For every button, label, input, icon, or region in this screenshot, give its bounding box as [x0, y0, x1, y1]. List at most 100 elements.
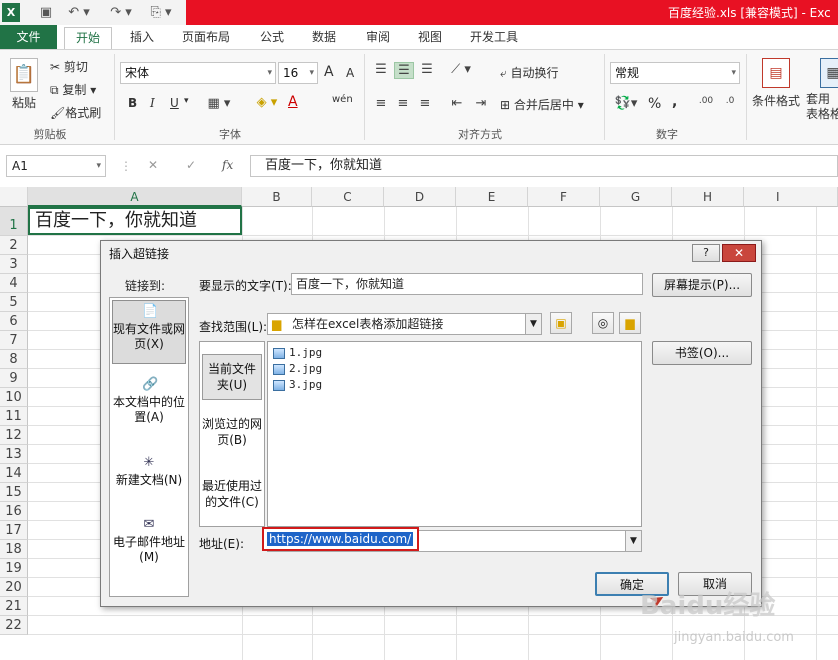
help-button[interactable]: ? — [692, 244, 720, 262]
column-header-h[interactable]: H — [672, 187, 744, 207]
column-header-a[interactable]: A — [28, 187, 242, 207]
row-header[interactable]: 9 — [0, 369, 28, 388]
conditional-format-button[interactable]: 条件格式 — [752, 92, 800, 109]
row-header[interactable]: 15 — [0, 483, 28, 502]
undo-icon[interactable]: ↶ ▾ — [64, 3, 94, 22]
tab-insert[interactable]: 插入 — [124, 27, 160, 49]
row-header[interactable]: 3 — [0, 255, 28, 274]
cut-button[interactable]: ✂ 剪切 — [50, 58, 88, 75]
row-header[interactable]: 12 — [0, 426, 28, 445]
enter-icon[interactable]: ✓ — [186, 158, 196, 172]
row-header[interactable]: 18 — [0, 540, 28, 559]
row-header[interactable]: 1 — [0, 207, 28, 236]
tab-data[interactable]: 数据 — [306, 27, 342, 49]
merge-center-button[interactable]: ⊞ 合并后居中 ▾ — [500, 96, 584, 113]
align-center-icon[interactable]: ≡ — [394, 96, 412, 111]
paste-icon[interactable]: 📋 — [10, 58, 38, 92]
increase-decimal-icon[interactable]: .00 — [696, 96, 716, 106]
tab-view[interactable]: 视图 — [412, 27, 448, 49]
shrink-font-button[interactable]: A — [346, 66, 354, 80]
orientation-icon[interactable]: ⟋ ▾ — [448, 62, 474, 77]
underline-button[interactable]: U — [170, 96, 179, 110]
wrap-text-button[interactable]: ⤶ 自动换行 — [500, 64, 559, 81]
name-box[interactable]: A1 ▾ — [6, 155, 106, 177]
chevron-down-icon[interactable]: ▼ — [625, 531, 641, 551]
column-header-d[interactable]: D — [384, 187, 456, 207]
row-header[interactable]: 21 — [0, 597, 28, 616]
screen-tip-button[interactable]: 屏幕提示(P)... — [652, 273, 752, 297]
cancel-icon[interactable]: ✕ — [148, 158, 158, 172]
row-header[interactable]: 8 — [0, 350, 28, 369]
bold-button[interactable]: B — [128, 96, 137, 110]
row-header[interactable]: 6 — [0, 312, 28, 331]
tab-home[interactable]: 开始 — [64, 27, 112, 49]
row-header[interactable]: 4 — [0, 274, 28, 293]
row-header[interactable]: 11 — [0, 407, 28, 426]
table-format-icon[interactable]: ▦ — [820, 58, 838, 88]
row-header[interactable]: 2 — [0, 236, 28, 255]
file-item[interactable]: 2.jpg — [273, 362, 322, 376]
fill-color-icon[interactable]: ◈ ▾ — [252, 95, 282, 110]
align-top-icon[interactable]: ☰ — [372, 62, 390, 77]
comma-button[interactable]: , — [672, 94, 677, 110]
tab-developer[interactable]: 开发工具 — [464, 27, 524, 49]
insert-function-icon[interactable]: fx — [222, 158, 233, 172]
drag-handle-icon[interactable]: ⋮ — [120, 159, 132, 173]
tab-page-layout[interactable]: 页面布局 — [176, 27, 236, 49]
recent-files-tab[interactable]: 最近使用过的文件(C) — [202, 478, 262, 518]
percent-button[interactable]: % — [648, 96, 661, 112]
format-painter-button[interactable]: 🖌格式刷 — [50, 104, 101, 121]
print-preview-icon[interactable]: ⎘ ▾ — [146, 3, 176, 22]
row-header[interactable]: 16 — [0, 502, 28, 521]
column-header-e[interactable]: E — [456, 187, 528, 207]
font-size-select[interactable]: 16 ▾ — [278, 62, 318, 84]
save-icon[interactable]: ▣ — [36, 3, 56, 22]
row-header[interactable]: 13 — [0, 445, 28, 464]
column-header-f[interactable]: F — [528, 187, 600, 207]
chevron-down-icon[interactable]: ▼ — [525, 314, 541, 334]
file-item[interactable]: 1.jpg — [273, 346, 322, 360]
close-button[interactable]: ✕ — [722, 244, 756, 262]
currency-icon[interactable]: 💱▾ — [612, 96, 640, 111]
tab-formulas[interactable]: 公式 — [254, 27, 290, 49]
up-folder-icon[interactable]: ▣ — [550, 312, 572, 334]
copy-button[interactable]: ⧉ 复制 ▾ — [50, 81, 96, 98]
phonetic-button[interactable]: wén — [332, 94, 353, 105]
align-left-icon[interactable]: ≡ — [372, 96, 390, 111]
row-header[interactable]: 7 — [0, 331, 28, 350]
chevron-down-icon[interactable]: ▾ — [184, 96, 189, 106]
column-header-i[interactable]: I — [744, 187, 838, 207]
grow-font-button[interactable]: A — [324, 64, 334, 80]
conditional-format-icon[interactable]: ▤ — [762, 58, 790, 88]
look-in-select[interactable]: ▆ 怎样在excel表格添加超链接 ▼ — [267, 313, 542, 335]
paste-button[interactable]: 粘贴 — [12, 94, 36, 111]
column-header-c[interactable]: C — [312, 187, 384, 207]
row-header[interactable]: 19 — [0, 559, 28, 578]
bookmark-button[interactable]: 书签(O)... — [652, 341, 752, 365]
browse-web-icon[interactable]: ◎ — [592, 312, 614, 334]
tab-review[interactable]: 审阅 — [360, 27, 396, 49]
column-header-b[interactable]: B — [242, 187, 312, 207]
align-middle-icon[interactable]: ☰ — [394, 62, 414, 79]
decrease-indent-icon[interactable]: ⇤ — [448, 96, 466, 111]
border-icon[interactable]: ▦ ▾ — [204, 96, 234, 111]
increase-indent-icon[interactable]: ⇥ — [472, 96, 490, 111]
column-header-g[interactable]: G — [600, 187, 672, 207]
file-item[interactable]: 3.jpg — [273, 378, 322, 392]
number-format-select[interactable]: 常规 ▾ — [610, 62, 740, 84]
align-bottom-icon[interactable]: ☰ — [418, 62, 436, 77]
redo-icon[interactable]: ↷ ▾ — [106, 3, 136, 22]
address-input[interactable]: https://www.baidu.com/ — [262, 527, 419, 551]
link-to-new-document[interactable]: ✳ 新建文档(N) — [112, 452, 186, 492]
link-to-email-address[interactable]: ✉ 电子邮件地址(M) — [112, 514, 186, 568]
tab-file[interactable]: 文件 — [0, 25, 57, 49]
decrease-decimal-icon[interactable]: .0 — [720, 96, 740, 106]
row-header[interactable]: 14 — [0, 464, 28, 483]
current-folder-tab[interactable]: 当前文件夹(U) — [202, 354, 262, 400]
formula-input[interactable]: 百度一下，你就知道 — [250, 155, 838, 177]
row-header[interactable]: 10 — [0, 388, 28, 407]
font-color-button[interactable]: A — [288, 94, 298, 110]
italic-button[interactable]: I — [150, 96, 155, 110]
align-right-icon[interactable]: ≡ — [416, 96, 434, 111]
cell-a1[interactable]: 百度一下，你就知道 — [28, 207, 242, 235]
